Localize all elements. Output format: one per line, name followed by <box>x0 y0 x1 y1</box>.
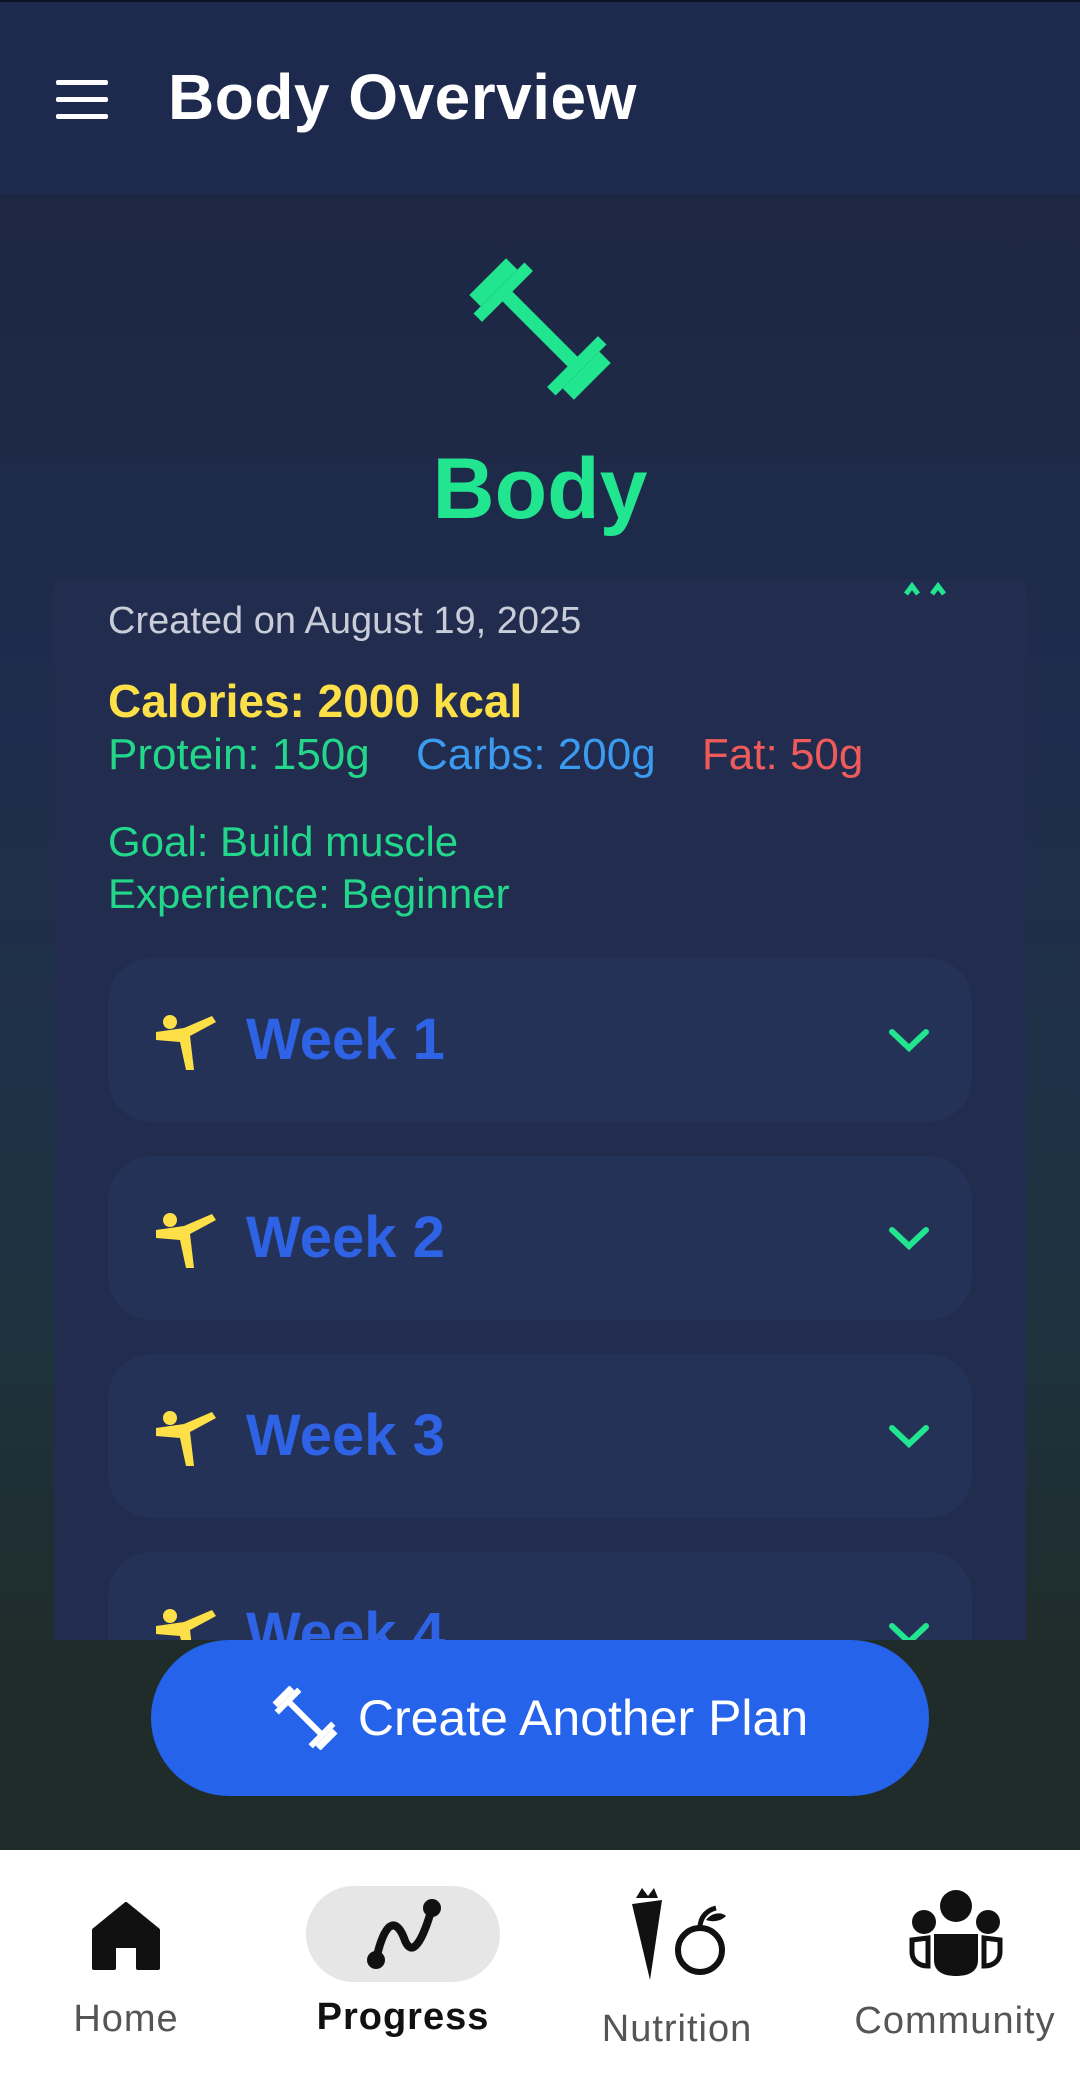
carbs-text: Carbs: 200g <box>415 730 656 779</box>
calories-text: Calories: 2000 kcal <box>108 675 523 727</box>
protein-text: Protein: 150g <box>108 730 370 779</box>
chevron-down-icon <box>889 1227 929 1251</box>
goal-text: Goal: Build muscle <box>108 818 459 865</box>
week-2-accordion[interactable]: Week 2 <box>108 1156 972 1320</box>
chevron-down-icon <box>889 1029 929 1053</box>
nav-label: Progress <box>316 1996 490 2038</box>
menu-button[interactable] <box>52 78 112 122</box>
created-date: Created on August 19, 2025 <box>108 600 582 642</box>
week-label: Week 3 <box>246 1403 445 1468</box>
martial-arts-icon <box>156 1609 216 1640</box>
top-app-bar: Body Overview <box>0 2 1080 194</box>
week-3-accordion[interactable]: Week 3 <box>108 1354 972 1518</box>
plan-name: Body <box>432 441 648 537</box>
chevron-down-icon <box>889 1425 929 1449</box>
create-another-plan-button[interactable]: Create Another Plan <box>151 1640 929 1796</box>
week-label: Week 4 <box>246 1601 445 1640</box>
menu-icon <box>56 80 108 85</box>
week-1-accordion[interactable]: Week 1 <box>108 958 972 1122</box>
martial-arts-icon <box>156 1411 216 1466</box>
dumbbell-icon <box>272 1686 338 1750</box>
bottom-navigation: Home Progress Nutrition Community <box>0 1850 1080 2090</box>
nav-nutrition[interactable]: Nutrition <box>584 1850 770 2090</box>
experience-text: Experience: Beginner <box>108 870 510 917</box>
collapse-chevron-icon[interactable] <box>904 580 948 596</box>
week-4-accordion[interactable]: Week 4 <box>108 1552 972 1640</box>
nav-label: Community <box>854 2000 1056 2042</box>
week-label: Week 2 <box>246 1205 445 1270</box>
dumbbell-icon <box>469 258 611 400</box>
martial-arts-icon <box>156 1213 216 1268</box>
macros-row: Protein: 150g Carbs: 200g Fat: 50g <box>108 730 897 780</box>
nav-community[interactable]: Community <box>842 1850 1068 2090</box>
fab-label: Create Another Plan <box>357 1690 809 1746</box>
nav-label: Home <box>73 1998 179 2040</box>
plan-card: Created on August 19, 2025 Calories: 200… <box>54 580 1026 1640</box>
community-icon <box>909 1890 1003 1976</box>
chevron-down-icon <box>889 1623 929 1640</box>
week-label: Week 1 <box>246 1007 445 1072</box>
page-title: Body Overview <box>168 61 637 133</box>
martial-arts-icon <box>156 1015 216 1070</box>
nav-home[interactable]: Home <box>56 1850 196 2090</box>
progress-icon <box>367 1899 441 1969</box>
fat-text: Fat: 50g <box>701 730 864 779</box>
nutrition-icon <box>632 1888 726 1980</box>
home-icon <box>92 1902 160 1970</box>
nav-progress[interactable]: Progress <box>272 1850 534 2090</box>
nav-label: Nutrition <box>601 2008 753 2050</box>
